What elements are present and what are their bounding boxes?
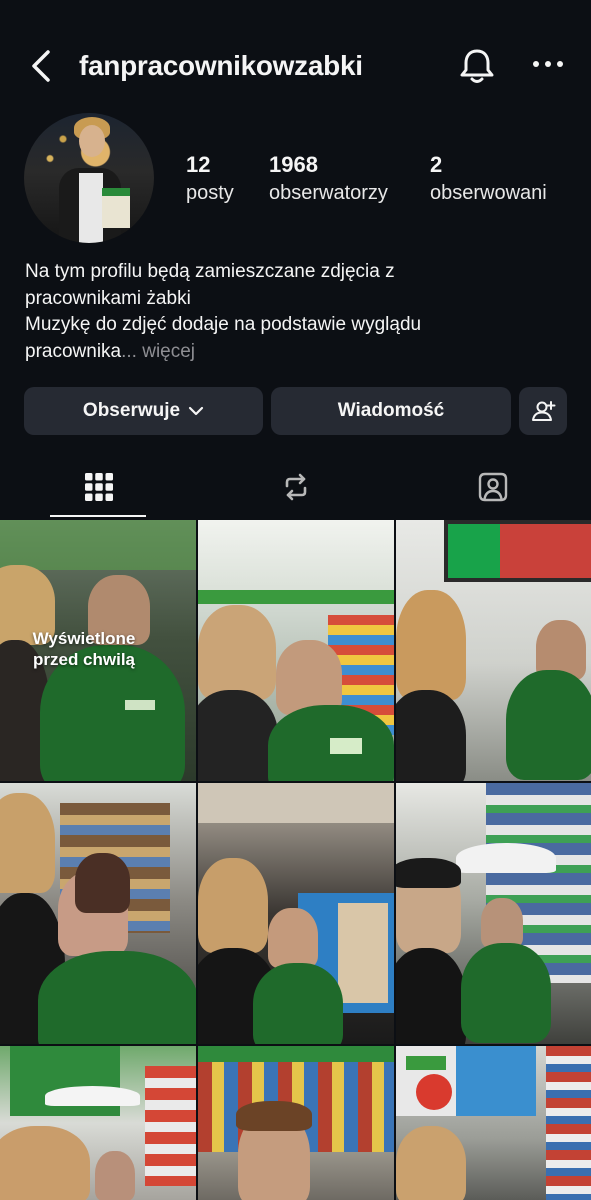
add-person-icon [532,401,556,421]
stat-posts[interactable]: 12 posty [186,150,234,206]
suggest-people-button[interactable] [519,387,567,435]
stat-followers-value: 1968 [269,152,318,177]
posts-grid: Wyświetlone przed chwilą [0,520,591,1200]
bio-line: pracownika [25,340,122,362]
active-tab-indicator [50,515,146,517]
post-thumbnail[interactable] [198,520,394,781]
bio-line: pracownikami żabki [25,287,191,309]
stat-posts-value: 12 [186,152,211,177]
post-thumbnail[interactable] [396,783,591,1044]
profile-bio: Na tym profilu będą zamieszczane zdjęcia… [25,259,565,365]
stat-followers-label: obserwatorzy [269,182,388,204]
stat-following-label: obserwowani [430,182,547,204]
tab-posts[interactable] [0,455,197,519]
profile-header: fanpracownikowzabki [0,0,591,130]
post-thumbnail[interactable] [198,1046,394,1200]
post-thumbnail[interactable] [396,520,591,781]
following-button-label: Obserwuje [82,400,181,421]
tab-reposts[interactable] [197,455,394,519]
stat-posts-label: posty [186,182,234,204]
post-thumbnail[interactable] [0,1046,196,1200]
following-button[interactable]: Obserwuje [24,387,263,435]
profile-tabs [0,455,591,519]
grid-icon [84,473,113,501]
tagged-icon [478,472,507,502]
bio-line: Na tym profilu będą zamieszczane zdjęcia… [25,261,395,282]
post-thumbnail[interactable]: Wyświetlone przed chwilą [0,520,196,781]
bio-line: Muzykę do zdjęć dodaje na podstawie wygl… [25,314,422,335]
chevron-down-icon [188,406,204,416]
stat-following[interactable]: 2 obserwowani [430,150,547,206]
profile-username: fanpracownikowzabki [79,50,363,81]
message-button-label: Wiadomość [337,400,445,421]
profile-avatar[interactable] [24,113,154,243]
message-button[interactable]: Wiadomość [271,387,511,435]
ellipsis-icon[interactable] [530,50,566,78]
bio-ellipsis: ... [121,340,137,362]
repost-icon [285,473,306,501]
stat-following-value: 2 [430,152,443,177]
bell-icon[interactable] [456,45,498,87]
chevron-left-icon[interactable] [26,46,62,86]
tab-tagged[interactable] [394,455,591,519]
stat-followers[interactable]: 1968 obserwatorzy [269,150,388,206]
viewed-recently-label: Wyświetlone przed chwilą [0,628,168,670]
bio-more-link[interactable]: więcej [142,341,195,362]
viewed-recently-text: Wyświetlone przed chwilą [32,629,136,669]
post-thumbnail[interactable] [198,783,394,1044]
post-thumbnail[interactable] [396,1046,591,1200]
post-thumbnail[interactable] [0,783,196,1044]
